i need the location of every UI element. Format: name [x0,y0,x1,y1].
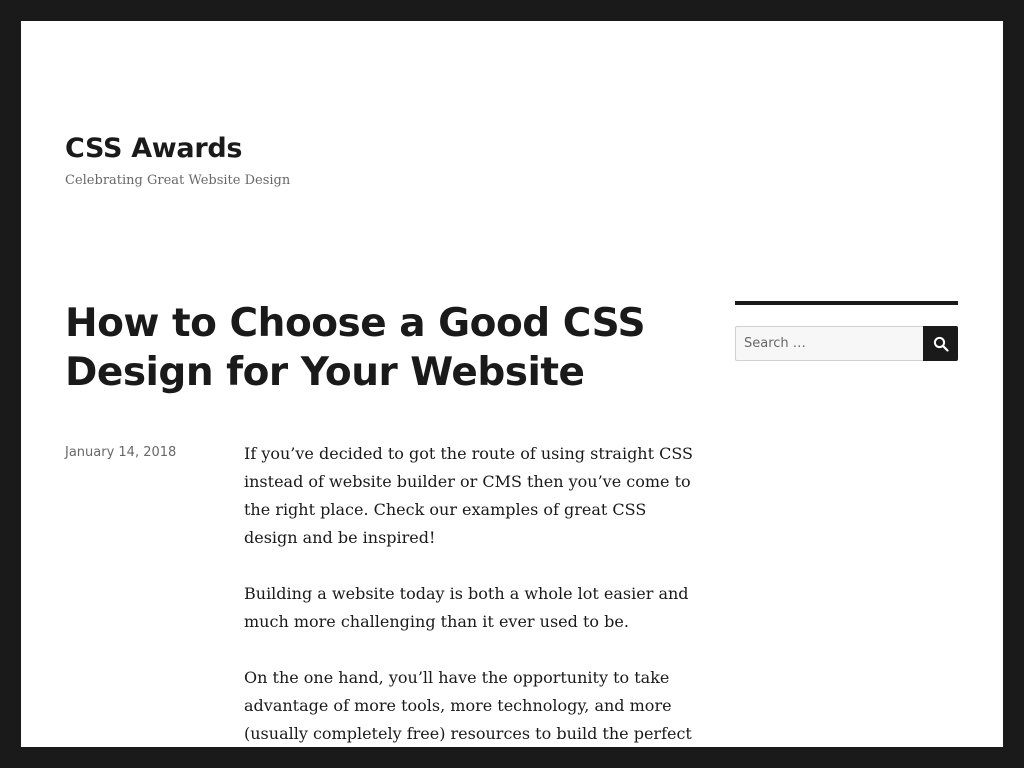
site-title-link[interactable]: CSS Awards [65,131,290,167]
post-date-link[interactable]: January 14, 2018 [65,443,176,463]
search-input[interactable] [735,326,923,361]
post-paragraph: Building a website today is both a whole… [244,584,689,631]
post-title: How to Choose a Good CSS Design for Your… [65,301,646,395]
post-paragraph: If you’ve decided to got the route of us… [244,444,694,547]
sidebar [735,301,958,361]
search-icon [933,336,949,352]
search-button[interactable] [923,326,958,361]
post-content: If you’ve decided to got the route of us… [244,440,694,747]
search-form [735,326,958,361]
post-paragraph: On the one hand, you’ll have the opportu… [244,668,692,743]
page: CSS Awards Celebrating Great Website Des… [21,21,1003,747]
site-description: Celebrating Great Website Design [65,173,291,188]
site-header: CSS Awards Celebrating Great Website Des… [65,131,290,191]
